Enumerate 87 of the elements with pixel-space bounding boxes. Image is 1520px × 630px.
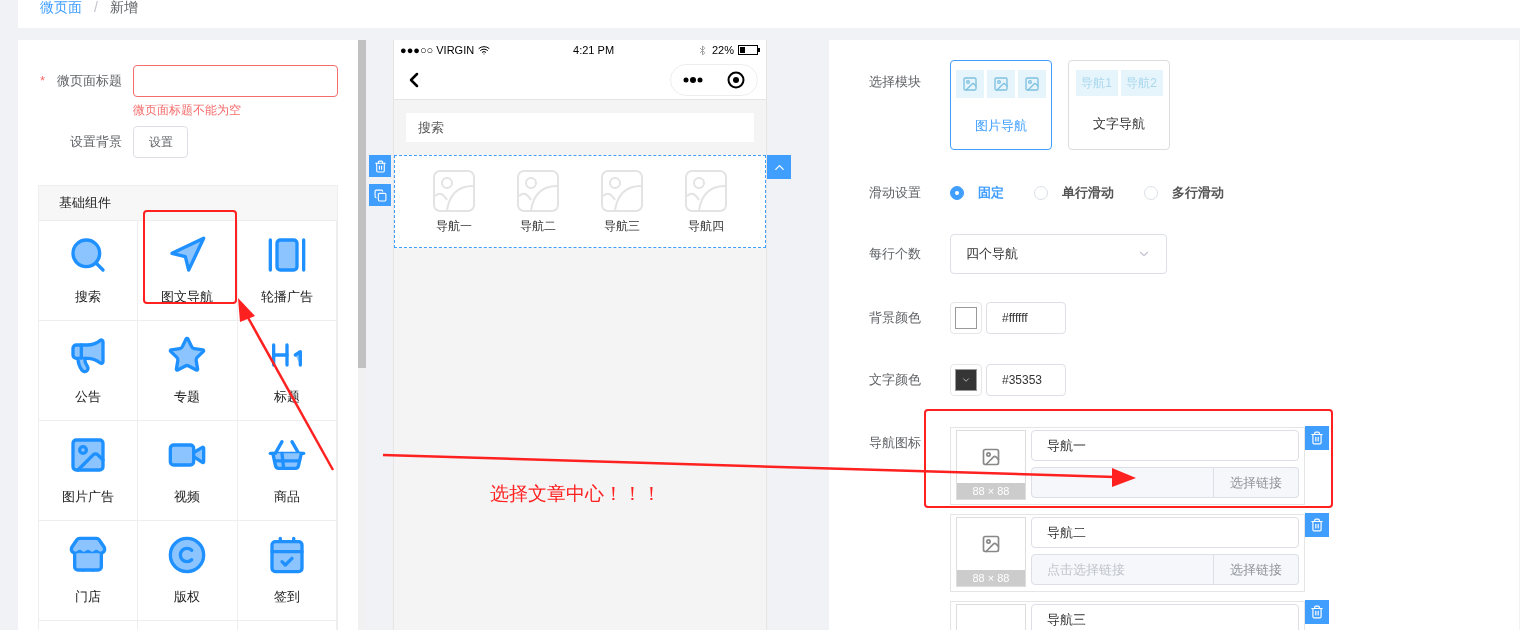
component-tile[interactable]: 门店 bbox=[39, 520, 139, 620]
more-icon bbox=[683, 76, 703, 83]
link-input[interactable] bbox=[1031, 467, 1214, 498]
name-input[interactable]: 导航三 bbox=[1031, 604, 1299, 630]
image-thumbnail-icon bbox=[987, 70, 1015, 98]
carousel-icon bbox=[266, 235, 307, 275]
component-tile[interactable]: 搜索 bbox=[39, 220, 139, 320]
error-text: 微页面标题不能为空 bbox=[133, 102, 242, 118]
record-icon bbox=[727, 70, 745, 89]
battery-icon bbox=[738, 45, 760, 55]
component-tile[interactable]: 商品 bbox=[237, 420, 337, 520]
image-icon bbox=[981, 447, 1001, 467]
delete-button[interactable] bbox=[1305, 426, 1329, 450]
trash-icon bbox=[1310, 518, 1324, 532]
trash-icon bbox=[1310, 431, 1324, 445]
radio-option[interactable]: 单行滑动 bbox=[1034, 183, 1114, 203]
component-tile[interactable]: 视频 bbox=[138, 420, 238, 520]
component-tile[interactable]: 图片广告 bbox=[39, 420, 139, 520]
name-input[interactable]: 导航二 bbox=[1031, 517, 1299, 548]
component-tile[interactable]: 图文导航 bbox=[138, 220, 238, 320]
breadcrumb-separator: / bbox=[94, 0, 98, 14]
trash-icon bbox=[373, 159, 387, 173]
tile-label: 版权 bbox=[174, 588, 201, 606]
image-placeholder-icon bbox=[433, 170, 475, 212]
image-thumbnail-icon bbox=[956, 70, 984, 98]
breadcrumb-item: 新增 bbox=[109, 0, 138, 14]
tile-label: 商品 bbox=[273, 488, 300, 506]
image-thumbnail-icon bbox=[1018, 70, 1046, 98]
tile-label: 签到 bbox=[273, 588, 300, 606]
nav-label: 导航一 bbox=[436, 218, 472, 234]
star-icon bbox=[167, 335, 208, 375]
battery-text: 22% bbox=[711, 42, 734, 58]
tile-label: 轮播广告 bbox=[260, 288, 313, 306]
nav-label: 导航三 bbox=[604, 218, 640, 234]
section-header: 基础组件 bbox=[39, 186, 337, 220]
component-tile[interactable]: 专题 bbox=[138, 320, 238, 420]
field-label: 导航图标 bbox=[868, 434, 922, 452]
annotation-note: 选择文章中心！！！ bbox=[490, 482, 661, 506]
option-label: 文字导航 bbox=[1093, 115, 1145, 133]
component-tile[interactable]: 签到 bbox=[237, 520, 337, 620]
radio-option[interactable]: 多行滑动 bbox=[1144, 183, 1224, 203]
field-label: 设置背景 bbox=[69, 133, 122, 152]
field-label: 背景颜色 bbox=[868, 309, 922, 328]
tile-label: 图文导航 bbox=[161, 288, 214, 306]
wifi-icon bbox=[478, 44, 491, 56]
component-tile[interactable]: 公告 bbox=[39, 320, 139, 420]
image-placeholder-icon bbox=[517, 170, 559, 212]
color-input[interactable]: #ffffff bbox=[986, 302, 1066, 334]
field-label: 文字颜色 bbox=[868, 371, 922, 390]
per-row-select[interactable]: 四个导航 bbox=[950, 234, 1167, 274]
field-label: 每行个数 bbox=[868, 245, 922, 264]
move-up-button[interactable] bbox=[767, 155, 791, 179]
option-label: 图片导航 bbox=[975, 117, 1027, 135]
navigation-icon bbox=[167, 235, 208, 275]
clock-text: 4:21 PM bbox=[573, 42, 615, 58]
search-bar[interactable]: 搜索 bbox=[406, 113, 754, 142]
tile-label: 专题 bbox=[174, 388, 201, 406]
field-label: 选择模块 bbox=[868, 73, 922, 91]
required-mark: * bbox=[38, 72, 46, 91]
tile-label: 搜索 bbox=[75, 288, 102, 306]
tile-label: 图片广告 bbox=[62, 488, 115, 506]
name-input[interactable]: 导航一 bbox=[1031, 430, 1299, 461]
store-icon bbox=[68, 535, 109, 575]
tile-label: 门店 bbox=[75, 588, 102, 606]
set-button[interactable]: 设置 bbox=[133, 126, 188, 158]
scrollbar-thumb[interactable] bbox=[358, 40, 366, 368]
image-placeholder-icon bbox=[601, 170, 643, 212]
title-input[interactable] bbox=[133, 65, 338, 97]
nav-label: 导航二 bbox=[520, 218, 556, 234]
nav-component[interactable]: 导航一 导航二 导航三 导航四 bbox=[394, 155, 766, 248]
image-icon bbox=[981, 534, 1001, 554]
delete-button[interactable] bbox=[1305, 600, 1329, 624]
delete-button[interactable] bbox=[369, 155, 391, 177]
trash-icon bbox=[1310, 605, 1324, 619]
tile-label: 视频 bbox=[174, 488, 201, 506]
field-label: 滑动设置 bbox=[868, 184, 922, 203]
component-tile[interactable]: 版权 bbox=[138, 520, 238, 620]
image-placeholder-icon bbox=[685, 170, 727, 212]
delete-button[interactable] bbox=[1305, 513, 1329, 537]
copy-button[interactable] bbox=[369, 184, 391, 206]
copyright-icon bbox=[167, 535, 208, 575]
copy-icon bbox=[373, 188, 387, 202]
tile-label: 公告 bbox=[75, 388, 102, 406]
carrier-text: ●●●○○ VIRGIN bbox=[400, 42, 475, 58]
nav-label: 导航四 bbox=[688, 218, 724, 234]
color-input[interactable]: #35353 bbox=[986, 364, 1066, 396]
field-label: 微页面标题 bbox=[56, 72, 122, 91]
